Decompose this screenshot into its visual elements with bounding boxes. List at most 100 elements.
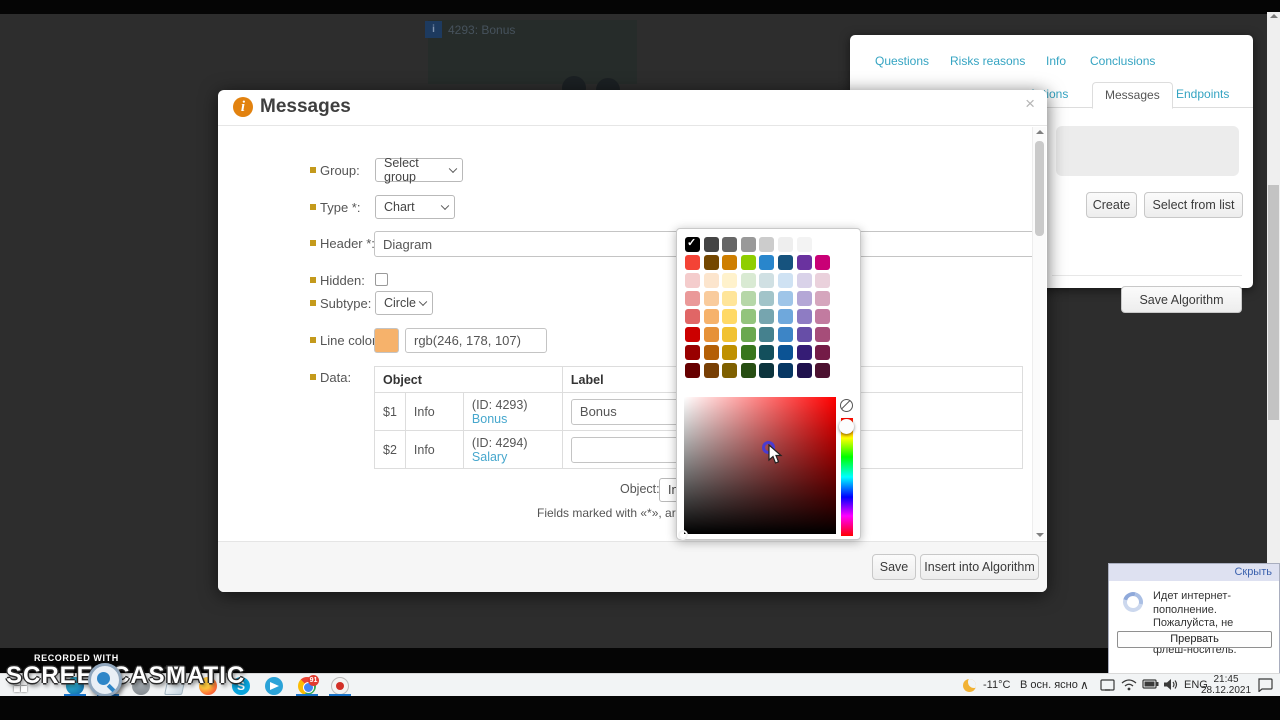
clock[interactable]: 21:45 28.12.2021: [1200, 674, 1252, 696]
palette-swatch[interactable]: [685, 255, 700, 270]
line-color-input[interactable]: rgb(246, 178, 107): [405, 328, 547, 353]
palette-swatch[interactable]: [722, 345, 738, 360]
palette-swatch[interactable]: [777, 273, 793, 288]
object-link[interactable]: Bonus: [472, 412, 507, 426]
palette-swatch[interactable]: [759, 255, 775, 270]
insert-into-algorithm-button[interactable]: Insert into Algorithm: [920, 554, 1039, 580]
palette-swatch[interactable]: [815, 291, 831, 306]
browser-scrollbar-thumb[interactable]: [1268, 185, 1279, 420]
scroll-up-arrow-icon[interactable]: [1270, 14, 1278, 18]
notebook-icon[interactable]: [164, 677, 186, 695]
tab-endpoints[interactable]: Endpoints: [1164, 82, 1241, 109]
palette-swatch[interactable]: [703, 309, 719, 324]
palette-swatch[interactable]: [722, 273, 738, 288]
palette-swatch[interactable]: [759, 291, 775, 306]
saturation-square[interactable]: [678, 397, 836, 540]
palette-swatch[interactable]: [815, 237, 831, 252]
tab-messages[interactable]: Messages: [1092, 82, 1173, 109]
speaker-icon[interactable]: [1163, 678, 1178, 691]
hue-handle[interactable]: [839, 419, 854, 434]
tray-chevron-icon[interactable]: ∧: [1080, 678, 1089, 692]
palette-swatch[interactable]: [685, 291, 700, 306]
palette-swatch[interactable]: [777, 237, 793, 252]
hide-link[interactable]: Скрыть: [1234, 566, 1272, 578]
palette-swatch[interactable]: [759, 309, 775, 324]
palette-swatch[interactable]: [796, 327, 812, 342]
scroll-down-arrow-icon[interactable]: [1036, 533, 1044, 537]
scroll-up-arrow-icon[interactable]: [1036, 130, 1044, 134]
palette-swatch[interactable]: [777, 327, 793, 342]
edge-icon[interactable]: [66, 677, 84, 695]
palette-swatch[interactable]: [722, 255, 738, 270]
no-color-icon[interactable]: [840, 399, 853, 412]
app-icon[interactable]: [132, 677, 150, 695]
palette-swatch[interactable]: [685, 327, 700, 342]
palette-swatch[interactable]: [796, 237, 812, 252]
palette-swatch[interactable]: [815, 363, 831, 378]
device-icon[interactable]: [1100, 678, 1115, 692]
telegram-icon[interactable]: [265, 677, 283, 695]
palette-swatch[interactable]: [722, 327, 738, 342]
palette-swatch[interactable]: [740, 309, 756, 324]
palette-swatch[interactable]: [796, 273, 812, 288]
palette-swatch[interactable]: [796, 255, 812, 270]
hue-slider[interactable]: [839, 418, 854, 536]
palette-swatch[interactable]: [759, 327, 775, 342]
group-select[interactable]: Select group: [375, 156, 463, 184]
palette-swatch[interactable]: [759, 237, 775, 252]
save-algorithm-button[interactable]: Save Algorithm: [1121, 286, 1242, 313]
palette-swatch[interactable]: [815, 345, 831, 360]
palette-swatch[interactable]: [815, 309, 831, 324]
palette-swatch[interactable]: [796, 309, 812, 324]
select-from-list-button[interactable]: Select from list: [1144, 192, 1243, 218]
palette-swatch[interactable]: [685, 363, 700, 378]
wifi-icon[interactable]: [1121, 678, 1137, 691]
recorder-icon[interactable]: [331, 677, 349, 695]
weather-description[interactable]: В осн. ясно: [1020, 679, 1078, 691]
palette-swatch[interactable]: [796, 291, 812, 306]
palette-swatch[interactable]: [703, 273, 719, 288]
palette-swatch[interactable]: [740, 237, 756, 252]
nav-link-conclusions[interactable]: Conclusions: [1090, 54, 1155, 68]
start-button[interactable]: [14, 679, 28, 693]
palette-swatch[interactable]: [777, 345, 793, 360]
weather-temperature[interactable]: -11°C: [983, 679, 1010, 691]
nav-link-risks-reasons[interactable]: Risks reasons: [950, 54, 1025, 68]
palette-swatch[interactable]: [777, 309, 793, 324]
palette-swatch[interactable]: [703, 345, 719, 360]
palette-swatch[interactable]: [759, 363, 775, 378]
palette-swatch[interactable]: [815, 255, 831, 270]
palette-swatch[interactable]: [722, 363, 738, 378]
abort-button[interactable]: Прервать: [1117, 631, 1272, 648]
action-center-icon[interactable]: [1257, 678, 1273, 692]
palette-swatch[interactable]: [740, 255, 756, 270]
create-button[interactable]: Create: [1086, 192, 1137, 218]
modal-scrollbar[interactable]: [1032, 127, 1046, 540]
palette-swatch[interactable]: [796, 363, 812, 378]
battery-icon[interactable]: [1142, 678, 1159, 690]
palette-swatch[interactable]: [796, 345, 812, 360]
save-button[interactable]: Save: [872, 554, 916, 580]
palette-swatch[interactable]: [815, 327, 831, 342]
palette-swatch[interactable]: [759, 345, 775, 360]
nav-link-questions[interactable]: Questions: [875, 54, 929, 68]
subtype-select[interactable]: Circle: [375, 291, 433, 315]
palette-swatch[interactable]: [777, 291, 793, 306]
palette-swatch[interactable]: [685, 309, 700, 324]
modal-scrollbar-thumb[interactable]: [1035, 141, 1044, 236]
close-icon[interactable]: ×: [1025, 94, 1035, 114]
browser-scrollbar[interactable]: [1267, 12, 1280, 565]
palette-swatch[interactable]: [722, 309, 738, 324]
firefox-icon[interactable]: [199, 677, 217, 695]
palette-swatch[interactable]: [703, 327, 719, 342]
palette-swatch[interactable]: [740, 345, 756, 360]
hidden-checkbox[interactable]: [375, 273, 388, 286]
palette-swatch[interactable]: ✓: [685, 237, 700, 252]
palette-swatch[interactable]: [722, 291, 738, 306]
palette-swatch[interactable]: [777, 255, 793, 270]
palette-swatch[interactable]: [685, 345, 700, 360]
palette-swatch[interactable]: [740, 273, 756, 288]
palette-swatch[interactable]: [703, 255, 719, 270]
palette-swatch[interactable]: [703, 291, 719, 306]
palette-swatch[interactable]: [703, 363, 719, 378]
